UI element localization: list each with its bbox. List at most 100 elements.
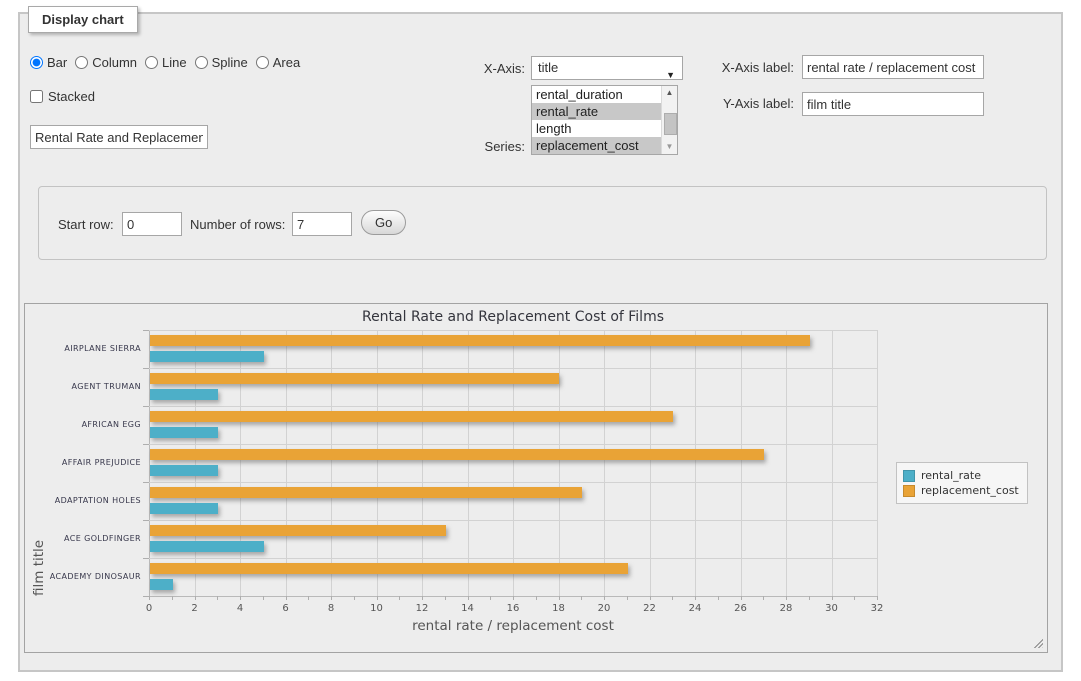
series-option-replacement_cost[interactable]: replacement_cost bbox=[532, 137, 662, 154]
x-minor-tick bbox=[172, 596, 173, 600]
bar-replacement_cost-1 bbox=[150, 373, 559, 384]
x-minor-tick bbox=[308, 596, 309, 600]
x-tick-label: 4 bbox=[225, 603, 255, 614]
x-minor-tick bbox=[377, 596, 378, 600]
x-minor-tick bbox=[331, 596, 332, 600]
gridline-vertical bbox=[650, 330, 651, 596]
x-axis-selected-value: title bbox=[538, 60, 558, 75]
chart-type-label-spline: Spline bbox=[212, 55, 248, 70]
x-tick-label: 26 bbox=[726, 603, 756, 614]
chart-type-label-column: Column bbox=[92, 55, 137, 70]
series-listbox-options: rental_durationrental_ratelengthreplacem… bbox=[532, 86, 662, 154]
bar-rental_rate-4 bbox=[150, 503, 218, 514]
x-axis-title: rental rate / replacement cost bbox=[149, 618, 877, 634]
chart-type-group: Bar Column Line Spline Area bbox=[30, 55, 308, 70]
bar-replacement_cost-3 bbox=[150, 449, 764, 460]
gridline-vertical bbox=[195, 330, 196, 596]
x-minor-tick bbox=[286, 596, 287, 600]
series-option-rental_duration[interactable]: rental_duration bbox=[532, 86, 662, 103]
y-tick-mark bbox=[143, 482, 149, 483]
chart-type-radio-area[interactable] bbox=[256, 56, 269, 69]
chart-type-label-line: Line bbox=[162, 55, 187, 70]
chart-title-input[interactable] bbox=[30, 125, 208, 149]
y-tick-mark bbox=[143, 444, 149, 445]
gridline-vertical bbox=[832, 330, 833, 596]
bar-rental_rate-1 bbox=[150, 389, 218, 400]
x-tick-label: 24 bbox=[680, 603, 710, 614]
chevron-down-icon: ▼ bbox=[666, 64, 675, 86]
x-minor-tick bbox=[445, 596, 446, 600]
x-tick-label: 12 bbox=[407, 603, 437, 614]
x-tick-label: 0 bbox=[134, 603, 164, 614]
resize-grip-icon[interactable] bbox=[1032, 637, 1043, 648]
gridline-horizontal bbox=[149, 330, 877, 331]
stacked-checkbox[interactable] bbox=[30, 90, 43, 103]
gridline-vertical bbox=[331, 330, 332, 596]
chart-type-radio-spline[interactable] bbox=[195, 56, 208, 69]
y-tick-mark bbox=[143, 368, 149, 369]
bar-rental_rate-2 bbox=[150, 427, 218, 438]
gridline-vertical bbox=[149, 330, 150, 596]
x-minor-tick bbox=[718, 596, 719, 600]
scroll-up-icon[interactable]: ▲ bbox=[662, 86, 677, 100]
legend-label: rental_rate bbox=[921, 469, 981, 482]
x-minor-tick bbox=[786, 596, 787, 600]
y-axis-label-label: Y-Axis label: bbox=[712, 96, 794, 111]
y-tick-mark bbox=[143, 558, 149, 559]
bar-replacement_cost-2 bbox=[150, 411, 673, 422]
gridline-vertical bbox=[877, 330, 878, 596]
series-option-rental_rate[interactable]: rental_rate bbox=[532, 103, 662, 120]
x-axis-label-input[interactable] bbox=[802, 55, 984, 79]
gridline-horizontal bbox=[149, 482, 877, 483]
legend-item-replacement_cost[interactable]: replacement_cost bbox=[903, 484, 1019, 497]
y-axis-label-input[interactable] bbox=[802, 92, 984, 116]
stacked-label: Stacked bbox=[48, 89, 95, 104]
series-option-length[interactable]: length bbox=[532, 120, 662, 137]
x-minor-tick bbox=[604, 596, 605, 600]
chart-type-label-bar: Bar bbox=[47, 55, 67, 70]
bar-replacement_cost-6 bbox=[150, 563, 628, 574]
x-minor-tick bbox=[877, 596, 878, 600]
x-minor-tick bbox=[559, 596, 560, 600]
chart-type-radio-column[interactable] bbox=[75, 56, 88, 69]
chart-type-label-area: Area bbox=[273, 55, 300, 70]
start-row-input[interactable] bbox=[122, 212, 182, 236]
x-minor-tick bbox=[422, 596, 423, 600]
gridline-vertical bbox=[695, 330, 696, 596]
x-tick-label: 16 bbox=[498, 603, 528, 614]
chart-container: Rental Rate and Replacement Cost of Film… bbox=[24, 303, 1048, 653]
gridline-horizontal bbox=[149, 406, 877, 407]
x-minor-tick bbox=[695, 596, 696, 600]
x-minor-tick bbox=[650, 596, 651, 600]
x-minor-tick bbox=[672, 596, 673, 600]
legend-swatch-icon bbox=[903, 470, 915, 482]
x-tick-label: 22 bbox=[635, 603, 665, 614]
scrollbar-thumb[interactable] bbox=[664, 113, 677, 135]
x-minor-tick bbox=[581, 596, 582, 600]
x-tick-label: 10 bbox=[362, 603, 392, 614]
x-minor-tick bbox=[832, 596, 833, 600]
series-scrollbar[interactable]: ▲ ▼ bbox=[661, 86, 677, 154]
fieldset-legend: Display chart bbox=[28, 6, 138, 33]
scroll-down-icon[interactable]: ▼ bbox=[662, 140, 677, 154]
y-tick-mark bbox=[143, 406, 149, 407]
num-rows-input[interactable] bbox=[292, 212, 352, 236]
go-button[interactable]: Go bbox=[361, 210, 406, 235]
gridline-vertical bbox=[240, 330, 241, 596]
y-axis-title: film title bbox=[31, 330, 47, 596]
chart-type-radio-line[interactable] bbox=[145, 56, 158, 69]
page: Display chart Bar Column Line Spline Area St… bbox=[0, 0, 1081, 681]
legend-item-rental_rate[interactable]: rental_rate bbox=[903, 469, 1019, 482]
x-axis-select[interactable]: title ▼ bbox=[531, 56, 683, 80]
x-tick-label: 28 bbox=[771, 603, 801, 614]
x-minor-tick bbox=[240, 596, 241, 600]
num-rows-label: Number of rows: bbox=[190, 217, 285, 232]
x-minor-tick bbox=[263, 596, 264, 600]
legend-swatch-icon bbox=[903, 485, 915, 497]
chart-type-radio-bar[interactable] bbox=[30, 56, 43, 69]
series-listbox[interactable]: rental_durationrental_ratelengthreplacem… bbox=[531, 85, 678, 155]
gridline-vertical bbox=[422, 330, 423, 596]
x-minor-tick bbox=[627, 596, 628, 600]
gridline-vertical bbox=[604, 330, 605, 596]
x-minor-tick bbox=[149, 596, 150, 600]
